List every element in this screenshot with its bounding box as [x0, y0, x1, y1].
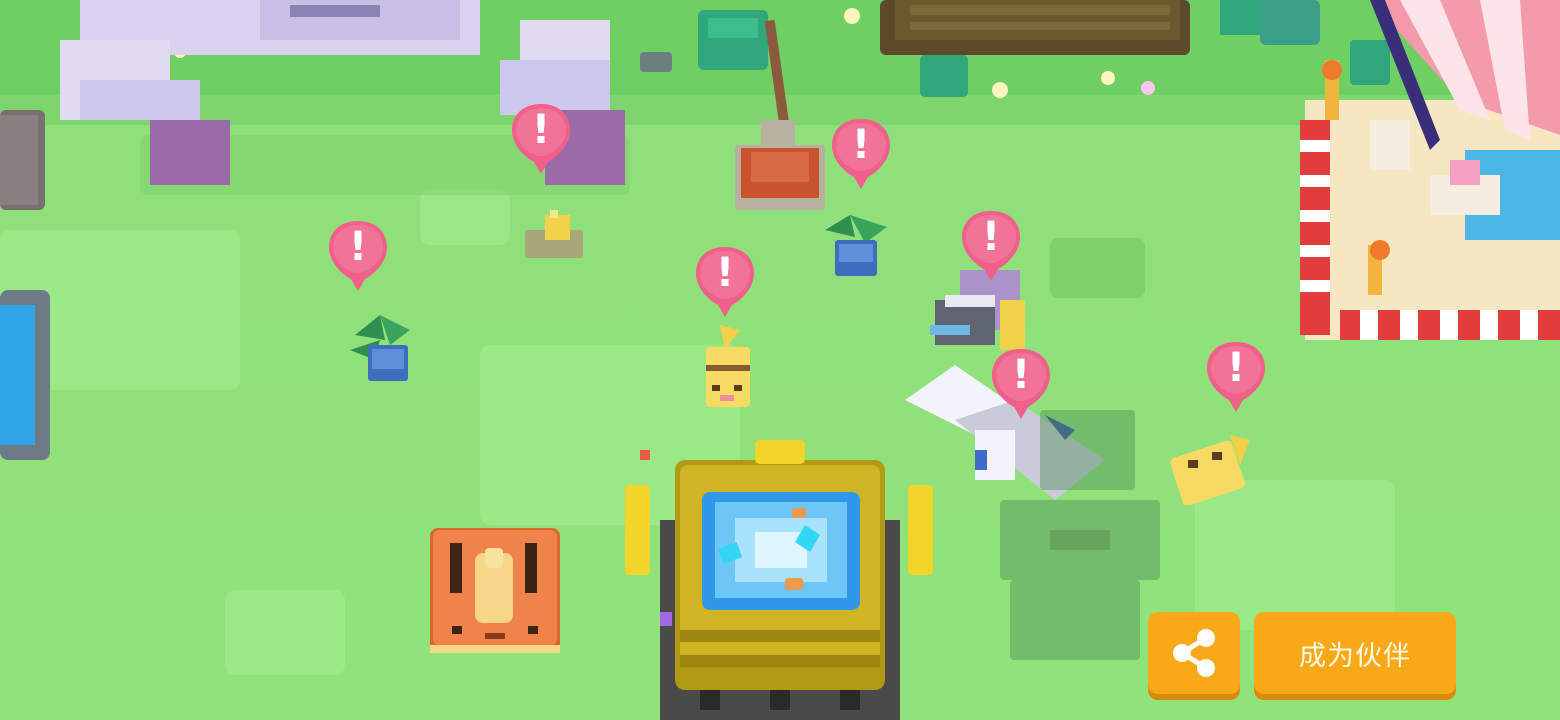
game-scene: ! ! ! ! ! ! ! 成为伙伴	[0, 0, 1560, 720]
alert-symbol: !	[981, 214, 1001, 260]
carnival-tent	[1300, 0, 1560, 340]
alert-marker-3[interactable]: !	[325, 217, 391, 295]
grass-patch	[1050, 238, 1145, 298]
alert-marker-5[interactable]: !	[958, 207, 1024, 285]
pokemon-oddish-1	[350, 315, 410, 381]
alert-symbol: !	[348, 224, 368, 270]
stick-pedestal	[735, 20, 825, 210]
alert-marker-7[interactable]: !	[1203, 338, 1269, 416]
share-icon	[1173, 629, 1215, 677]
alert-marker-1[interactable]: !	[508, 100, 574, 178]
cooking-pot	[625, 440, 933, 720]
stone-block	[0, 110, 45, 210]
grass-patch	[225, 590, 345, 675]
alert-symbol: !	[1011, 352, 1031, 398]
pokemon-pikachu-1	[706, 325, 750, 407]
alert-symbol: !	[1226, 345, 1246, 391]
pokemon-oddish-2	[825, 215, 887, 276]
alert-symbol: !	[715, 250, 735, 296]
grass-patch	[420, 190, 510, 245]
become-partner-label: 成为伙伴	[1299, 640, 1411, 672]
alert-marker-6[interactable]: !	[988, 345, 1054, 423]
alert-symbol: !	[531, 107, 551, 153]
share-button[interactable]	[1148, 612, 1240, 694]
water-tile	[0, 290, 50, 460]
pokemon-pikachu-small	[525, 210, 583, 258]
alert-symbol: !	[851, 122, 871, 168]
alert-marker-2[interactable]: !	[828, 115, 894, 193]
pokemon-toaster	[430, 528, 560, 653]
become-partner-button[interactable]: 成为伙伴	[1254, 612, 1456, 694]
pokemon-pikachu-2	[1170, 435, 1250, 505]
alert-marker-4[interactable]: !	[692, 243, 758, 321]
